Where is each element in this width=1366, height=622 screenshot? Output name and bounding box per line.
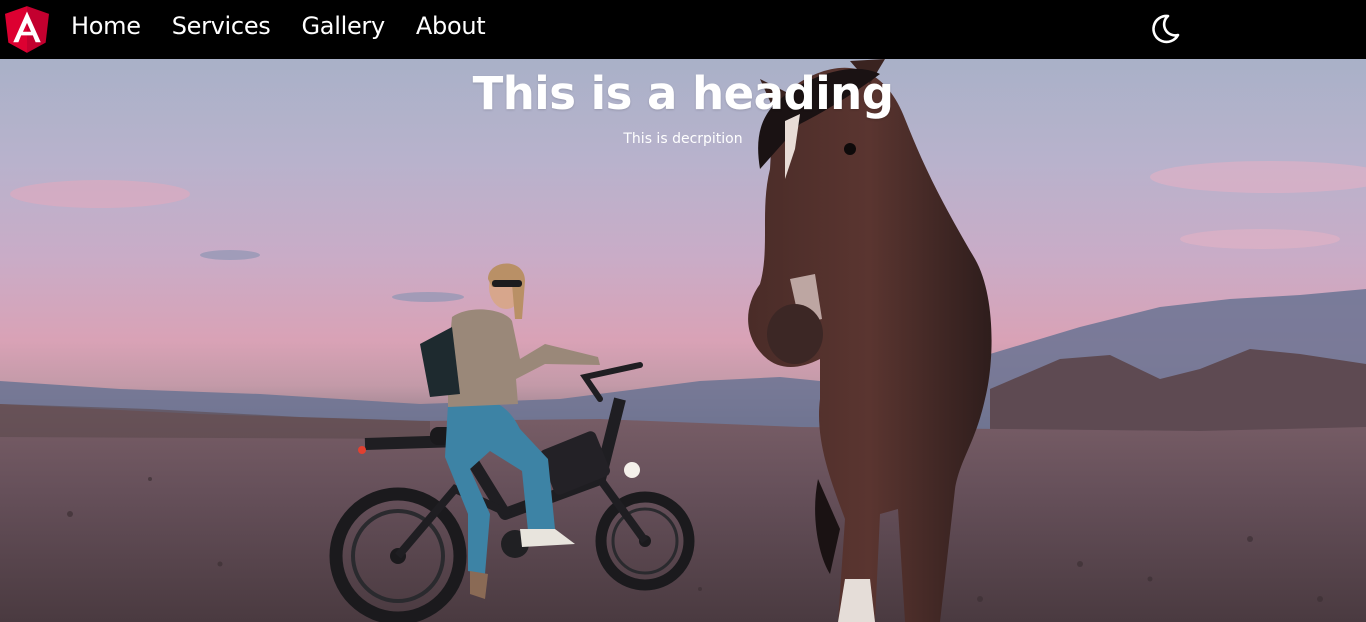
hero-section: This is a heading This is decrpition <box>0 59 1366 622</box>
nav-link-home[interactable]: Home <box>71 12 141 40</box>
navbar: Home Services Gallery About <box>0 0 1366 59</box>
angular-logo-icon[interactable] <box>5 6 49 53</box>
nav-link-gallery[interactable]: Gallery <box>302 12 386 40</box>
hero-description: This is decrpition <box>623 131 743 147</box>
nav-link-about[interactable]: About <box>416 12 486 40</box>
moon-icon[interactable] <box>1149 12 1181 46</box>
nav-links: Home Services Gallery About <box>71 0 516 52</box>
hero-heading: This is a heading <box>472 67 894 120</box>
nav-link-services[interactable]: Services <box>172 12 271 40</box>
